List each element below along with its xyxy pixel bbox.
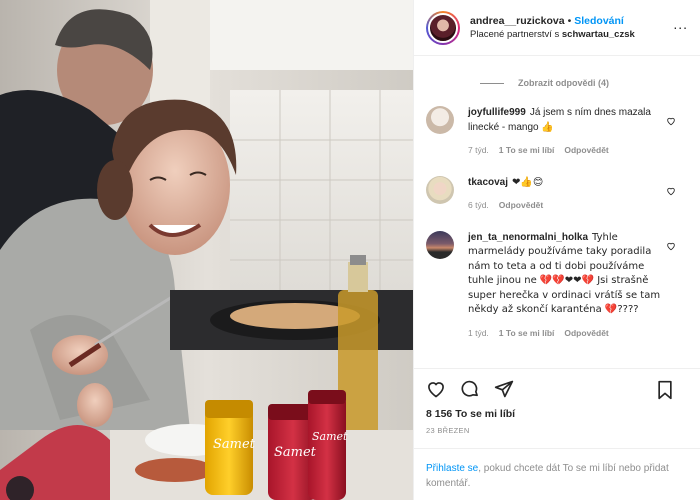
commenter-avatar[interactable] xyxy=(426,106,454,134)
post-header: andrea__ruzickova • Sledování Placené part… xyxy=(414,0,700,56)
partner-link[interactable]: schwartau_czsk xyxy=(562,29,635,40)
view-replies-link[interactable]: Zobrazit odpovědi (4) xyxy=(426,78,688,88)
likes-count[interactable]: 8 156 To se mi líbí xyxy=(414,408,700,426)
reply-button[interactable]: Odpovědět xyxy=(499,200,543,210)
kitchen-photo: Samet Samet Samet xyxy=(0,0,413,500)
post-photo[interactable]: Samet Samet Samet xyxy=(0,0,413,500)
bookmark-icon[interactable] xyxy=(656,380,674,400)
comment-item: jen_ta_nenormalni_holka Tyhle marmelády p… xyxy=(426,230,688,341)
commenter-avatar[interactable] xyxy=(426,175,454,204)
jar-label-red-2: Samet xyxy=(312,430,348,443)
comment-time[interactable]: 7 týd. xyxy=(468,145,489,155)
separator-dot: • xyxy=(567,14,572,27)
comment-text: ❤👍😊 xyxy=(512,176,544,188)
comment-username[interactable]: tkacovaj xyxy=(468,177,508,188)
post-actions-bar xyxy=(414,368,700,408)
commenter-avatar[interactable] xyxy=(426,230,454,259)
scrolled-comment-fragment xyxy=(426,56,688,68)
jar-label-red: Samet xyxy=(274,445,317,460)
comment-meta: 1 týd. 1 To se mi líbí Odpovědět xyxy=(468,326,668,341)
login-prompt: Přihlaste se, pokud chcete dát To se mi … xyxy=(414,448,700,500)
login-link[interactable]: Přihlaste se xyxy=(426,463,478,474)
author-username[interactable]: andrea__ruzickova xyxy=(470,15,565,27)
more-options-icon[interactable]: ... xyxy=(673,16,688,32)
view-replies-label: Zobrazit odpovědi (4) xyxy=(518,78,609,88)
comment-item: tkacovaj ❤👍😊 6 týd. Odpovědět xyxy=(426,175,688,213)
comment-like-heart-icon[interactable] xyxy=(666,241,676,251)
comment-username[interactable]: jen_ta_nenormalni_holka xyxy=(468,232,588,243)
reply-button[interactable]: Odpovědět xyxy=(564,328,608,338)
jar-label-yellow: Samet xyxy=(213,437,256,452)
comments-list[interactable]: Zobrazit odpovědi (4) joyfullife999 Já js… xyxy=(414,56,700,368)
post-date[interactable]: 23 BŘEZEN xyxy=(414,426,700,448)
comment-like-heart-icon[interactable] xyxy=(666,116,676,126)
heart-icon[interactable] xyxy=(426,379,446,399)
paid-partnership-label: Placené partnerství s xyxy=(470,28,562,40)
replies-divider xyxy=(480,82,504,84)
instagram-post: Samet Samet Samet andrea__ruzickova • Sled… xyxy=(0,0,700,500)
comment-icon[interactable] xyxy=(460,379,480,399)
share-icon[interactable] xyxy=(494,379,514,399)
comment-username[interactable]: joyfullife999 xyxy=(468,107,526,118)
comment-like-heart-icon[interactable] xyxy=(666,186,676,196)
comment-meta: 6 týd. Odpovědět xyxy=(468,198,668,213)
comment-text: Tyhle marmelády používáme taky poradila … xyxy=(468,231,661,316)
author-avatar[interactable] xyxy=(426,10,460,45)
comment-likes[interactable]: 1 To se mi líbí xyxy=(499,328,555,338)
comment-likes[interactable]: 1 To se mi líbí xyxy=(499,145,555,155)
comment-item: joyfullife999 Já jsem s ním dnes mazala l… xyxy=(426,106,688,158)
post-side-panel: andrea__ruzickova • Sledování Placené part… xyxy=(413,0,700,500)
comment-time[interactable]: 1 týd. xyxy=(468,328,489,338)
comment-time[interactable]: 6 týd. xyxy=(468,200,489,210)
follow-button[interactable]: Sledování xyxy=(574,15,624,27)
comment-meta: 7 týd. 1 To se mi líbí Odpovědět xyxy=(468,143,668,158)
reply-button[interactable]: Odpovědět xyxy=(564,145,608,155)
paid-partnership: Placené partnerství s schwartau_czsk xyxy=(470,28,635,42)
